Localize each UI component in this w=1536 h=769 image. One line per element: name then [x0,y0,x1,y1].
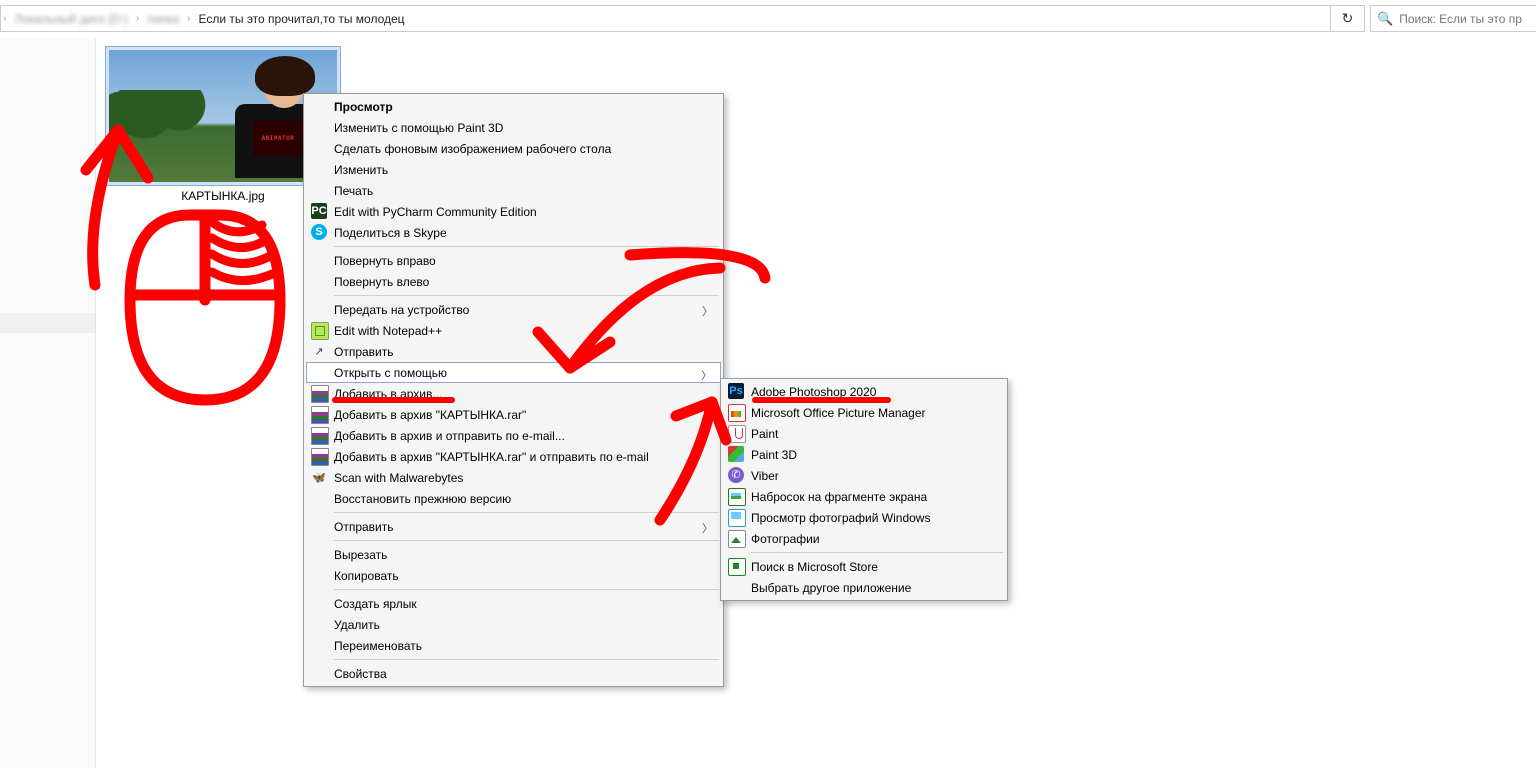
share-icon: ↗ [311,343,327,359]
breadcrumb-seg2[interactable]: папка [141,6,185,31]
menu-cut[interactable]: Вырезать [306,544,721,565]
menu-rename[interactable]: Переименовать [306,635,721,656]
winrar-icon [311,385,329,403]
menu-properties[interactable]: Свойства [306,663,721,684]
paint-icon [728,425,746,443]
menu-edit[interactable]: Изменить [306,159,721,180]
menu-copy[interactable]: Копировать [306,565,721,586]
submenu-viber[interactable]: ✆Viber [723,465,1005,486]
winrar-icon [311,448,329,466]
menu-notepadpp[interactable]: Edit with Notepad++ [306,320,721,341]
submenu-windows-photo-viewer[interactable]: Просмотр фотографий Windows [723,507,1005,528]
openwith-submenu: PsAdobe Photoshop 2020 Microsoft Office … [720,378,1008,601]
menu-pycharm[interactable]: PCEdit with PyCharm Community Edition [306,201,721,222]
menu-rotate-left[interactable]: Повернуть влево [306,271,721,292]
submenu-photoshop[interactable]: PsAdobe Photoshop 2020 [723,381,1005,402]
menu-separator [334,295,719,296]
explorer-top-bar: › Локальный диск (D:) › папка › Если ты … [0,0,1536,37]
menu-view[interactable]: Просмотр [306,96,721,117]
menu-shortcut[interactable]: Создать ярлык [306,593,721,614]
menu-separator [334,659,719,660]
menu-skype[interactable]: SПоделиться в Skype [306,222,721,243]
menu-set-wallpaper[interactable]: Сделать фоновым изображением рабочего ст… [306,138,721,159]
breadcrumb-seg3[interactable]: Если ты это прочитал,то ты молодец [192,6,410,31]
submenu-paint[interactable]: Paint [723,423,1005,444]
chevron-right-icon: › [1,13,8,24]
chevron-right-icon: › [185,13,192,24]
menu-separator [334,589,719,590]
chevron-right-icon: 〉 [702,303,713,319]
malwarebytes-icon: 🦋 [311,469,327,485]
nav-tree-strip[interactable] [0,38,96,768]
menu-send-to[interactable]: Отправить〉 [306,516,721,537]
menu-separator [334,246,719,247]
submenu-choose-other[interactable]: Выбрать другое приложение [723,577,1005,598]
submenu-office-picmanager[interactable]: Microsoft Office Picture Manager [723,402,1005,423]
chevron-right-icon: 〉 [702,520,713,536]
menu-cast[interactable]: Передать на устройство〉 [306,299,721,320]
menu-open-with[interactable]: Открыть с помощью〉 [306,362,721,383]
menu-malwarebytes[interactable]: 🦋Scan with Malwarebytes [306,467,721,488]
breadcrumb-seg1[interactable]: Локальный диск (D:) [8,6,134,31]
paint3d-icon [728,446,744,462]
refresh-button[interactable]: ↻ [1330,5,1365,32]
menu-restore-version[interactable]: Восстановить прежнюю версию [306,488,721,509]
photoshop-icon: Ps [728,383,744,399]
snip-icon [728,488,746,506]
search-placeholder: Поиск: Если ты это пр [1399,12,1522,26]
menu-delete[interactable]: Удалить [306,614,721,635]
menu-archive-name[interactable]: Добавить в архив "КАРТЫНКА.rar" [306,404,721,425]
notepadpp-icon [311,322,329,340]
photos-icon [728,530,746,548]
menu-archive-add[interactable]: Добавить в архив... [306,383,721,404]
winrar-icon [311,406,329,424]
winrar-icon [311,427,329,445]
menu-rotate-right[interactable]: Повернуть вправо [306,250,721,271]
submenu-paint3d[interactable]: Paint 3D [723,444,1005,465]
search-box[interactable]: 🔍 Поиск: Если ты это пр [1370,5,1536,32]
chevron-right-icon: 〉 [701,367,712,383]
viber-icon: ✆ [728,467,744,483]
search-icon: 🔍 [1371,11,1399,27]
menu-separator [334,512,719,513]
context-menu: Просмотр Изменить с помощью Paint 3D Сде… [303,93,724,687]
pycharm-icon: PC [311,203,327,219]
chevron-right-icon: › [134,13,141,24]
menu-separator [334,540,719,541]
nav-selected-row [0,313,95,333]
menu-share[interactable]: ↗Отправить [306,341,721,362]
menu-archive-name-mail[interactable]: Добавить в архив "КАРТЫНКА.rar" и отправ… [306,446,721,467]
refresh-icon: ↻ [1342,10,1354,27]
menu-archive-mail[interactable]: Добавить в архив и отправить по e-mail..… [306,425,721,446]
skype-icon: S [311,224,327,240]
address-bar[interactable]: › Локальный диск (D:) › папка › Если ты … [0,5,1360,32]
menu-print[interactable]: Печать [306,180,721,201]
office-picmanager-icon [728,404,746,422]
menu-paint3d-edit[interactable]: Изменить с помощью Paint 3D [306,117,721,138]
submenu-snip[interactable]: Набросок на фрагменте экрана [723,486,1005,507]
store-icon [728,558,746,576]
submenu-photos[interactable]: Фотографии [723,528,1005,549]
menu-separator [751,552,1003,553]
submenu-store[interactable]: Поиск в Microsoft Store [723,556,1005,577]
photoviewer-icon [728,509,746,527]
